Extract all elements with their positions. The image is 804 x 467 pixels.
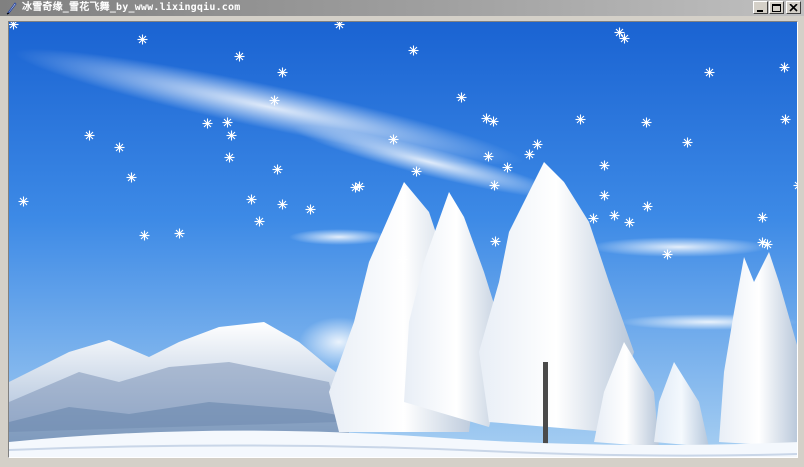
snowflake-icon	[350, 182, 361, 193]
snowflake-icon	[305, 204, 316, 215]
snowflake-icon	[624, 217, 635, 228]
snowflake-icon	[757, 212, 768, 223]
snowflake-icon	[411, 166, 422, 177]
snowflake-icon	[9, 22, 19, 30]
snowflake-icon	[334, 22, 345, 30]
snowflake-icon	[224, 152, 235, 163]
snowflake-icon	[588, 213, 599, 224]
snowflake-icon	[456, 92, 467, 103]
snowflake-icon	[269, 95, 280, 106]
snowflake-icon	[682, 137, 693, 148]
snowy-forest-image	[9, 22, 797, 457]
snowflake-icon	[793, 181, 797, 190]
close-button[interactable]	[786, 1, 801, 14]
snowflake-icon	[762, 239, 773, 250]
feather-pen-icon[interactable]	[4, 1, 18, 15]
snowflake-icon	[277, 199, 288, 210]
title-bar[interactable]: 冰雪奇缘_雪花飞舞_by_www.lixingqiu.com	[0, 0, 804, 16]
snowflake-icon	[575, 114, 586, 125]
minimize-button[interactable]	[753, 1, 768, 14]
snowflake-icon	[84, 130, 95, 141]
snowflake-icon	[780, 114, 791, 125]
window-title: 冰雪奇缘_雪花飞舞_by_www.lixingqiu.com	[22, 2, 241, 13]
snowflake-icon	[502, 162, 513, 173]
snowflake-icon	[254, 216, 265, 227]
snowflake-icon	[532, 139, 543, 150]
snowflake-icon	[222, 117, 233, 128]
snow-canvas[interactable]	[8, 21, 798, 458]
snowflake-icon	[202, 118, 213, 129]
snowflake-icon	[18, 196, 29, 207]
snowflake-icon	[641, 117, 652, 128]
snowflake-icon	[662, 249, 673, 260]
snowflake-icon	[483, 151, 494, 162]
close-icon	[789, 4, 798, 12]
snowflake-icon	[408, 45, 419, 56]
snowflake-icon	[704, 67, 715, 78]
snowflake-icon	[139, 230, 150, 241]
snowflake-icon	[234, 51, 245, 62]
snowflake-icon	[226, 130, 237, 141]
snowflake-icon	[114, 142, 125, 153]
snowflake-icon	[246, 194, 257, 205]
snowflake-icon	[388, 134, 399, 145]
snowflake-icon	[599, 190, 610, 201]
snowflake-icon	[609, 210, 620, 221]
snowflake-icon	[490, 236, 501, 247]
snowflake-icon	[599, 160, 610, 171]
app-window: 冰雪奇缘_雪花飞舞_by_www.lixingqiu.com	[0, 0, 804, 467]
snowflake-icon	[126, 172, 137, 183]
snowflake-icon	[397, 254, 408, 265]
snowflake-icon	[619, 33, 630, 44]
snowflake-icon	[489, 180, 500, 191]
snowflake-icon	[524, 149, 535, 160]
snowflake-icon	[779, 62, 790, 73]
maximize-button[interactable]	[769, 1, 784, 14]
snowflake-icon	[277, 67, 288, 78]
snowflake-icon	[272, 164, 283, 175]
snowflake-icon	[174, 228, 185, 239]
snowflake-icon	[642, 201, 653, 212]
minimize-icon	[757, 10, 763, 12]
maximize-icon	[772, 4, 781, 12]
snowflake-icon	[488, 116, 499, 127]
snowflake-icon	[137, 34, 148, 45]
